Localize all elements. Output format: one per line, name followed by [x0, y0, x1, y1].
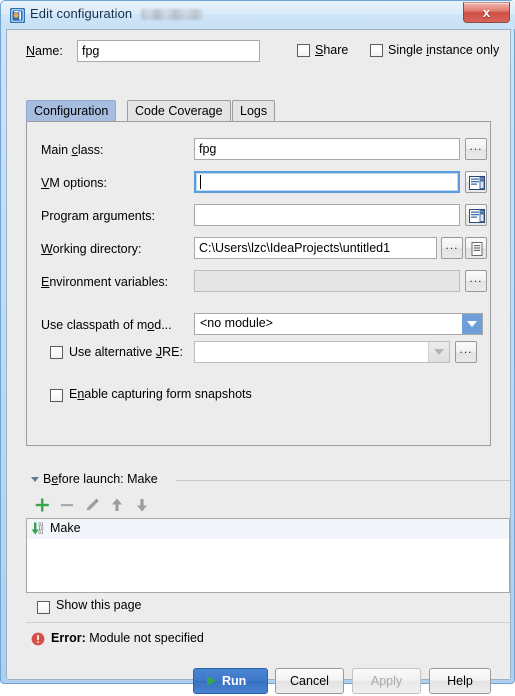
apply-button[interactable]: Apply: [352, 668, 421, 694]
dialog-button-row: Run Cancel Apply Help: [7, 668, 510, 696]
task-label: Make: [50, 521, 81, 535]
divider: [26, 622, 510, 623]
show-this-page-label: Show this page: [56, 598, 142, 612]
before-launch-header[interactable]: Before launch: Make: [26, 472, 510, 488]
tab-code-coverage[interactable]: Code Coverage: [127, 100, 231, 122]
intellij-idea-icon: [10, 8, 25, 23]
single-instance-label: Single instance only: [388, 43, 500, 57]
edit-button[interactable]: [81, 494, 103, 516]
share-label: Share: [315, 43, 349, 57]
main-class-browse-button[interactable]: ...: [465, 138, 487, 160]
play-icon: [207, 676, 216, 686]
classpath-module-combo[interactable]: <no module>: [194, 313, 483, 335]
collapse-triangle-icon[interactable]: [31, 477, 39, 482]
form-snapshots-checkbox[interactable]: [50, 389, 63, 402]
main-class-label: Main class:: [41, 143, 104, 157]
error-icon: [31, 632, 45, 646]
chevron-down-icon[interactable]: [462, 314, 482, 334]
section-rule: [176, 480, 510, 481]
table-row[interactable]: 01 10 01 Make: [27, 519, 509, 539]
expand-editor-icon: [469, 176, 485, 190]
alternative-jre-label: Use alternative JRE:: [69, 345, 183, 359]
edit-configuration-window: Edit configuration x Name: Share Single …: [0, 0, 515, 694]
move-up-button[interactable]: [106, 494, 128, 516]
share-checkbox[interactable]: [297, 44, 310, 57]
alternative-jre-browse-button[interactable]: ...: [455, 341, 477, 363]
working-directory-label: Working directory:: [41, 242, 142, 256]
classpath-module-label: Use classpath of mod...: [41, 318, 172, 332]
environment-variables-input[interactable]: [194, 270, 460, 292]
text-caret: [200, 175, 201, 189]
alternative-jre-combo[interactable]: [194, 341, 450, 363]
move-down-button[interactable]: [131, 494, 153, 516]
environment-variables-browse-button[interactable]: ...: [465, 270, 487, 292]
error-detail: Module not specified: [89, 631, 204, 645]
program-arguments-label: Program arguments:: [41, 209, 155, 223]
help-button[interactable]: Help: [429, 668, 491, 694]
name-input[interactable]: [77, 40, 260, 62]
before-launch-task-list[interactable]: 01 10 01 Make: [26, 518, 510, 593]
classpath-module-value: <no module>: [200, 316, 273, 330]
run-button[interactable]: Run: [193, 668, 268, 694]
run-button-label: Run: [222, 674, 247, 688]
cancel-button[interactable]: Cancel: [275, 668, 344, 694]
close-button[interactable]: x: [463, 2, 510, 23]
error-message: Error: Module not specified: [51, 631, 204, 645]
program-arguments-expand-button[interactable]: [465, 204, 487, 226]
make-task-icon: 01 10 01: [30, 521, 46, 537]
before-launch-toolbar: [31, 494, 231, 516]
add-button[interactable]: [31, 494, 53, 516]
main-class-input[interactable]: [194, 138, 460, 160]
environment-variables-label: Environment variables:: [41, 275, 169, 289]
working-directory-macro-button[interactable]: [465, 237, 487, 259]
form-snapshots-label: Enable capturing form snapshots: [69, 387, 252, 401]
show-this-page-checkbox[interactable]: [37, 601, 50, 614]
tab-logs[interactable]: Logs: [232, 100, 276, 122]
vm-options-expand-button[interactable]: [465, 171, 487, 193]
ellipsis-icon: ...: [469, 139, 483, 153]
configuration-tab-panel: Main class: ... VM options: Pro: [26, 121, 491, 446]
name-row: Name: Share Single instance only: [7, 40, 510, 64]
working-directory-browse-button[interactable]: ...: [441, 237, 463, 259]
alternative-jre-checkbox[interactable]: [50, 346, 63, 359]
vm-options-input[interactable]: [194, 171, 460, 193]
ellipsis-icon: ...: [445, 238, 459, 252]
vm-options-label: VM options:: [41, 176, 108, 190]
working-directory-input[interactable]: [194, 237, 437, 259]
single-instance-checkbox[interactable]: [370, 44, 383, 57]
ellipsis-icon: ...: [469, 271, 483, 285]
tab-configuration[interactable]: Configuration: [26, 100, 117, 122]
remove-button[interactable]: [56, 494, 78, 516]
name-label: Name:: [26, 44, 63, 58]
expand-editor-icon: [469, 209, 485, 223]
redacted-title-suffix: [141, 9, 203, 20]
error-prefix: Error:: [51, 631, 86, 645]
chevron-down-icon[interactable]: [428, 342, 449, 362]
window-title: Edit configuration: [30, 6, 133, 21]
window-titlebar: Edit configuration x: [1, 1, 515, 29]
before-launch-title: Before launch: Make: [43, 472, 158, 486]
dialog-content: Name: Share Single instance only Configu…: [7, 30, 510, 694]
ellipsis-icon: ...: [459, 342, 473, 356]
insert-macro-icon: [471, 242, 483, 256]
program-arguments-input[interactable]: [194, 204, 460, 226]
svg-text:01: 01: [38, 530, 44, 535]
